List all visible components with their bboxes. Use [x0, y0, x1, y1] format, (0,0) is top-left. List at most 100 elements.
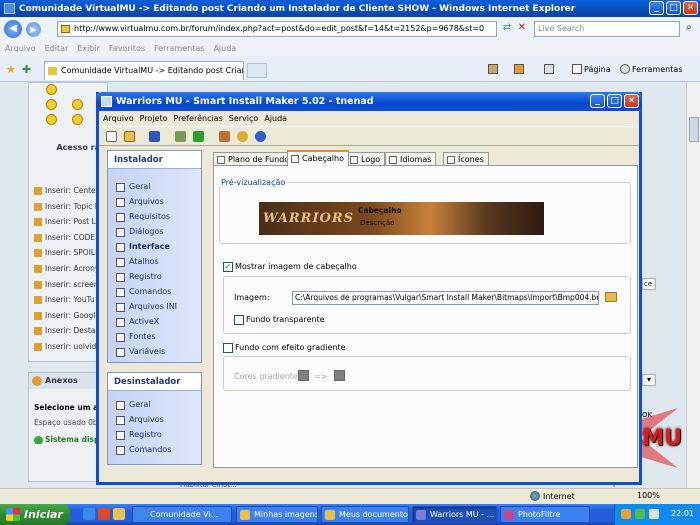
tray-icon[interactable]	[649, 509, 659, 519]
smiley-icon[interactable]	[72, 99, 83, 110]
favorites-star-icon[interactable]: ★	[6, 63, 16, 76]
installer-nav-item[interactable]: Diálogos	[116, 225, 164, 239]
installer-menu-projeto[interactable]: Projeto	[140, 111, 168, 126]
browse-folder-icon[interactable]	[605, 292, 617, 302]
add-favorite-icon[interactable]: ✚	[22, 63, 31, 76]
uninstaller-nav-item[interactable]: Arquivos	[116, 413, 164, 427]
taskbar-button[interactable]: Comunidade Vi...	[132, 506, 232, 523]
help-icon[interactable]	[255, 131, 266, 142]
installer-menu-servico[interactable]: Serviço	[229, 111, 259, 126]
page-menu[interactable]: Página	[572, 64, 611, 74]
forward-button[interactable]: ▶	[26, 21, 41, 37]
menu-exibir[interactable]: Exibir	[77, 44, 100, 53]
search-input[interactable]: Live Search	[534, 21, 680, 37]
insert-tag-item[interactable]: Inserir: Acrony	[34, 262, 104, 276]
menu-arquivo[interactable]: Arquivo	[5, 44, 36, 53]
taskbar-button[interactable]: Meus documentos	[321, 506, 409, 523]
stop-icon[interactable]: ✕	[515, 21, 529, 35]
back-button[interactable]: ◀	[4, 20, 22, 38]
menu-editar[interactable]: Editar	[45, 44, 69, 53]
open-folder-icon[interactable]	[124, 131, 135, 142]
tab-background[interactable]: Plano de Fundo	[213, 152, 295, 166]
search-icon[interactable]: ⌕	[682, 21, 696, 35]
installer-maximize-button[interactable]: □	[607, 94, 622, 108]
tab-icons[interactable]: Ícones	[443, 152, 489, 166]
taskbar-button[interactable]: PhotoFiltre	[500, 506, 590, 523]
build-icon[interactable]	[175, 131, 186, 142]
gradient-checkbox[interactable]	[223, 343, 233, 353]
tools-icon[interactable]	[219, 131, 230, 142]
insert-tag-item[interactable]: Inserir: screen	[34, 278, 104, 292]
menu-favoritos[interactable]: Favoritos	[109, 44, 145, 53]
installer-nav-item[interactable]: Interface	[116, 240, 170, 254]
uninstaller-nav-item[interactable]: Registro	[116, 428, 162, 442]
installer-nav-item[interactable]: Requisitos	[116, 210, 170, 224]
insert-tag-item[interactable]: Inserir: Google	[34, 309, 104, 323]
installer-nav-item[interactable]: Variáveis	[116, 345, 165, 359]
go-icon[interactable]: ⇄	[500, 21, 514, 35]
installer-menu-arquivo[interactable]: Arquivo	[103, 111, 134, 126]
installer-minimize-button[interactable]: _	[590, 94, 605, 108]
new-tab-button[interactable]	[247, 63, 267, 78]
start-button[interactable]: Iniciar	[0, 504, 70, 525]
smiley-icon[interactable]	[46, 99, 57, 110]
maximize-button[interactable]: □	[666, 1, 681, 15]
save-icon[interactable]	[149, 131, 160, 142]
insert-tag-item[interactable]: Inserir: Post Li	[34, 215, 104, 229]
home-button[interactable]	[488, 64, 498, 74]
transparent-checkbox[interactable]	[234, 315, 244, 325]
zoom-level[interactable]: 100%	[637, 491, 660, 500]
insert-tag-item[interactable]: Inserir: uolvide	[34, 340, 104, 354]
web-icon[interactable]	[237, 131, 248, 142]
installer-nav-item[interactable]: Registro	[116, 270, 162, 284]
ie-tab[interactable]: Comunidade VirtualMU -> Editando post Cr…	[44, 61, 244, 80]
smiley-icon[interactable]	[46, 114, 57, 125]
installer-menu-preferencias[interactable]: Preferências	[174, 111, 223, 126]
taskbar-button[interactable]: Warriors MU - ...	[412, 506, 497, 523]
installer-nav-item[interactable]: Fontes	[116, 330, 156, 344]
uninstaller-nav-item[interactable]: Comandos	[116, 443, 171, 457]
installer-nav-item[interactable]: ActiveX	[116, 315, 159, 329]
taskbar-button[interactable]: Minhas imagens	[236, 506, 318, 523]
insert-tag-item[interactable]: Inserir: Destac	[34, 324, 104, 338]
insert-tag-item[interactable]: Inserir: Topic L	[34, 200, 104, 214]
show-header-checkbox[interactable]: ✓	[223, 262, 233, 272]
tab-logo[interactable]: Logo	[346, 152, 386, 166]
smiley-icon[interactable]	[72, 114, 83, 125]
installer-nav-item[interactable]: Arquivos	[116, 195, 164, 209]
tray-icon[interactable]	[635, 509, 645, 519]
installer-nav-item[interactable]: Atalhos	[116, 255, 159, 269]
tab-header[interactable]: Cabeçalho	[287, 150, 349, 166]
close-button[interactable]: ✕	[683, 1, 698, 15]
insert-tag-item[interactable]: Inserir: SPOILE	[34, 246, 104, 260]
installer-nav-item[interactable]: Comandos	[116, 285, 171, 299]
new-file-icon[interactable]	[106, 131, 117, 142]
run-icon[interactable]	[193, 131, 204, 142]
insert-tag-item[interactable]: Inserir: Center	[34, 184, 104, 198]
feeds-button[interactable]	[514, 64, 524, 74]
insert-tag-item[interactable]: Inserir: CODEB	[34, 231, 104, 245]
quicklaunch-ie-icon[interactable]	[83, 508, 95, 520]
installer-menu-ajuda[interactable]: Ajuda	[264, 111, 287, 126]
menu-ferramentas[interactable]: Ferramentas	[154, 44, 204, 53]
gradient-color-start[interactable]	[298, 370, 309, 381]
address-input[interactable]: http://www.virtualmu.com.br/forum/index.…	[57, 21, 497, 37]
tab-languages[interactable]: Idiomas	[385, 152, 437, 166]
menu-ajuda[interactable]: Ajuda	[213, 44, 236, 53]
print-button[interactable]	[544, 64, 554, 74]
minimize-button[interactable]: _	[649, 1, 664, 15]
quicklaunch-media-icon[interactable]	[98, 508, 110, 520]
tray-icon[interactable]	[621, 509, 631, 519]
installer-nav-item[interactable]: Geral	[116, 180, 151, 194]
scrollbar-thumb[interactable]	[689, 117, 699, 142]
uninstaller-nav-item[interactable]: Geral	[116, 398, 151, 412]
gradient-color-end[interactable]	[334, 370, 345, 381]
installer-close-button[interactable]: ✕	[624, 94, 639, 108]
right-dropdown-arrow[interactable]: ▾	[642, 374, 656, 386]
tools-menu[interactable]: Ferramentas	[620, 64, 682, 74]
image-path-input[interactable]: C:\Arquivos de programas\Vulgar\Smart In…	[292, 291, 599, 305]
smiley-icon[interactable]	[46, 84, 57, 95]
installer-nav-item[interactable]: Arquivos INI	[116, 300, 177, 314]
quicklaunch-desktop-icon[interactable]	[113, 508, 125, 520]
insert-tag-item[interactable]: Inserir: YouTu	[34, 293, 104, 307]
